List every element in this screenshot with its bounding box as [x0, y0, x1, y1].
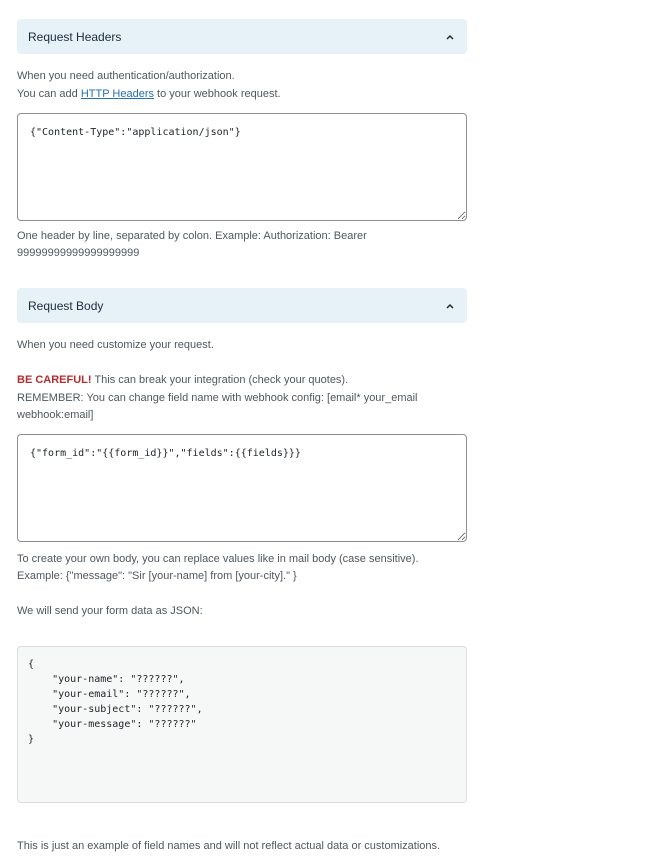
json-preview-code: { "your-name": "??????", "your-email": "…	[17, 646, 467, 803]
request-body-accordion[interactable]: Request Body	[17, 288, 467, 323]
json-preview-footer: This is just an example of field names a…	[17, 840, 441, 852]
request-body-note-2: Example: {"message": "Sir [your-name] fr…	[17, 570, 297, 582]
request-headers-title: Request Headers	[28, 29, 122, 44]
request-body-textarea[interactable]	[17, 434, 467, 542]
request-headers-accordion[interactable]: Request Headers	[17, 19, 467, 54]
request-body-title: Request Body	[28, 298, 104, 313]
request-headers-help-2: You can add HTTP Headers to your webhook…	[17, 88, 281, 100]
request-headers-textarea[interactable]	[17, 113, 467, 221]
request-body-remember-2: webhook:email]	[17, 409, 94, 421]
json-preview-intro: We will send your form data as JSON:	[17, 605, 203, 617]
request-headers-help-1: When you need authentication/authorizati…	[17, 70, 235, 82]
request-body-careful: BE CAREFUL! This can break your integrat…	[17, 374, 349, 386]
http-headers-link[interactable]: HTTP Headers	[81, 88, 154, 100]
request-body-help: When you need customize your request.	[17, 339, 214, 351]
request-body-remember-1: REMEMBER: You can change field name with…	[17, 392, 418, 404]
request-headers-note-1: One header by line, separated by colon. …	[17, 230, 367, 242]
chevron-up-icon	[445, 32, 455, 42]
careful-label: BE CAREFUL!	[17, 374, 92, 386]
request-body-note-1: To create your own body, you can replace…	[17, 553, 419, 565]
request-headers-note-2: 99999999999999999999	[17, 247, 140, 259]
chevron-up-icon	[445, 301, 455, 311]
